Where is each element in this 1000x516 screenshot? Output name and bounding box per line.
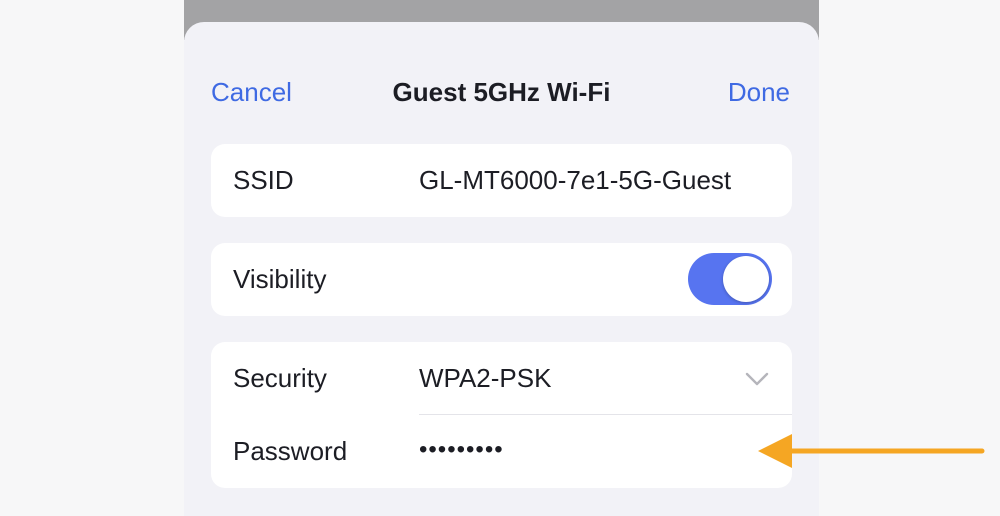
security-value[interactable]: WPA2-PSK: [419, 342, 551, 415]
arrow-left-icon: [758, 434, 985, 468]
toggle-knob: [723, 256, 769, 302]
ssid-row[interactable]: SSID GL-MT6000-7e1-5G-Guest: [211, 144, 792, 217]
security-card: Security WPA2-PSK Password •••••••••: [211, 342, 792, 488]
screen: Cancel Guest 5GHz Wi-Fi Done SSID GL-MT6…: [0, 0, 1000, 516]
password-row[interactable]: Password •••••••••: [211, 415, 792, 488]
visibility-label: Visibility: [233, 264, 327, 294]
security-label: Security: [233, 363, 327, 393]
visibility-card: Visibility: [211, 243, 792, 316]
ssid-label: SSID: [233, 165, 294, 195]
page-title: Guest 5GHz Wi-Fi: [392, 77, 611, 107]
ssid-value[interactable]: GL-MT6000-7e1-5G-Guest: [419, 144, 731, 217]
security-row[interactable]: Security WPA2-PSK: [211, 342, 792, 415]
ssid-card: SSID GL-MT6000-7e1-5G-Guest: [211, 144, 792, 217]
password-label: Password: [233, 436, 348, 466]
visibility-toggle[interactable]: [688, 253, 772, 305]
done-button[interactable]: Done: [728, 75, 790, 109]
password-field[interactable]: •••••••••: [419, 413, 504, 486]
visibility-row: Visibility: [211, 243, 792, 316]
wifi-settings-sheet: Cancel Guest 5GHz Wi-Fi Done SSID GL-MT6…: [184, 22, 819, 516]
chevron-down-icon[interactable]: [744, 366, 770, 392]
